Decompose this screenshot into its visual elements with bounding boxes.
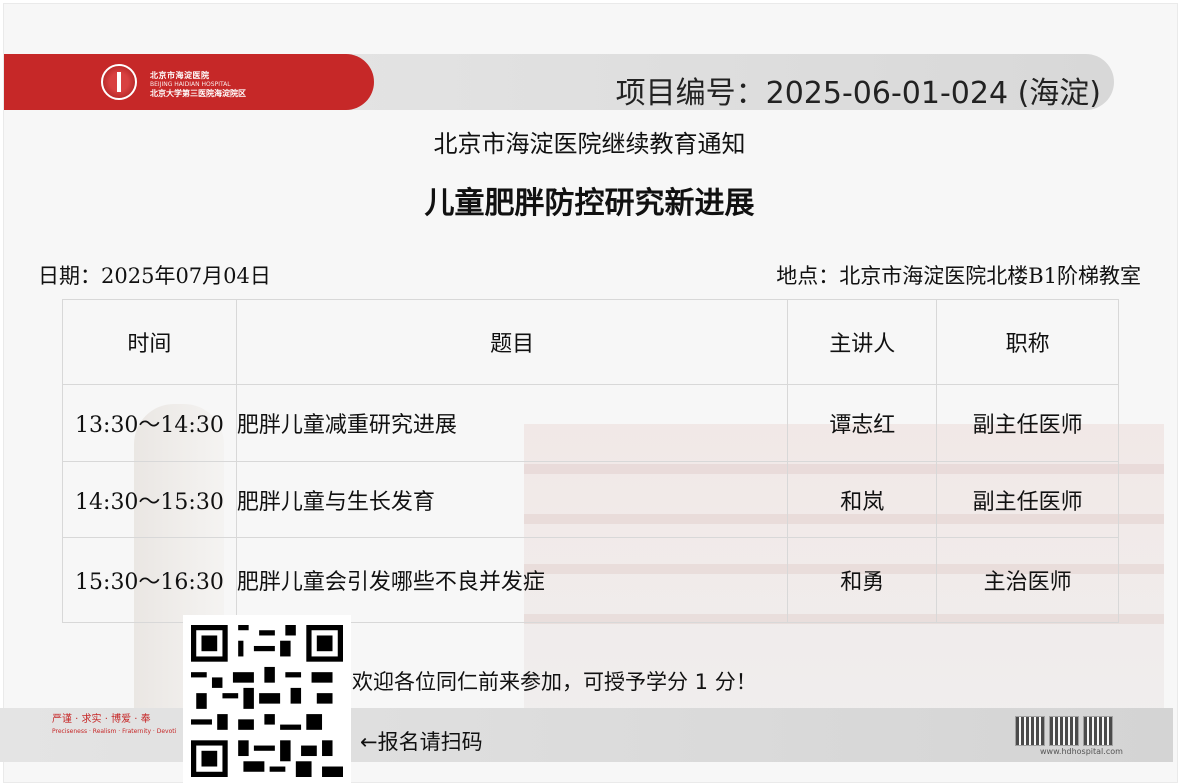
main-title: 儿童肥胖防控研究新进展 — [424, 186, 755, 221]
website-link[interactable]: www.hdhospital.com — [1040, 747, 1123, 756]
row-time: 14:30～15:30 — [62, 461, 237, 538]
table-row: 14:30～15:30 肥胖儿童与生长发育 和岚 副主任医师 — [62, 461, 1119, 538]
qr-code-icon — [191, 625, 343, 777]
hospital-name-cn: 北京市海淀医院 — [150, 71, 210, 80]
row-time: 13:30～14:30 — [62, 384, 237, 462]
hospital-subtitle-cn: 北京大学第三医院海淀院区 — [150, 89, 246, 98]
hospital-logo-icon — [101, 64, 137, 100]
hospital-name-en: BEIJING HAIDIAN HOSPITAL — [150, 81, 231, 88]
header-title: 职称 — [936, 299, 1119, 385]
footer-qr-codes — [1015, 716, 1113, 746]
mini-qr-icon[interactable] — [1015, 716, 1045, 746]
header-time: 时间 — [62, 299, 237, 385]
table-row: 15:30～16:30 肥胖儿童会引发哪些不良并发症 和勇 主治医师 — [62, 537, 1119, 623]
slogan-cn: 严谨 · 求实 · 博爱 · 奉 — [52, 714, 151, 725]
row-title: 主治医师 — [936, 537, 1119, 623]
row-time: 15:30～16:30 — [62, 537, 237, 623]
welcome-message: 欢迎各位同仁前来参加，可授予学分 1 分！ — [352, 670, 757, 694]
signup-prompt: ←报名请扫码 — [360, 730, 483, 754]
event-date: 日期：2025年07月04日 — [38, 264, 271, 288]
project-number: 项目编号：2025-06-01-024 (海淀) — [615, 76, 1101, 111]
registration-qr-code[interactable] — [183, 615, 351, 784]
header-topic: 题目 — [235, 299, 789, 385]
hospital-logo-text: 北京市海淀医院 BEIJING HAIDIAN HOSPITAL 北京大学第三医… — [150, 70, 246, 99]
row-topic: 肥胖儿童与生长发育 — [235, 461, 789, 538]
event-location: 地点：北京市海淀医院北楼B1阶梯教室 — [776, 264, 1141, 288]
mini-qr-icon[interactable] — [1049, 716, 1079, 746]
notice-title: 北京市海淀医院继续教育通知 — [433, 130, 746, 158]
row-topic: 肥胖儿童减重研究进展 — [235, 384, 789, 462]
mini-qr-icon[interactable] — [1083, 716, 1113, 746]
row-title: 副主任医师 — [936, 384, 1119, 462]
header-speaker: 主讲人 — [787, 299, 938, 385]
footer-slogan: 严谨 · 求实 · 博爱 · 奉 Preciseness · Realism ·… — [52, 710, 176, 735]
row-speaker: 和岚 — [787, 461, 938, 538]
row-speaker: 和勇 — [787, 537, 938, 623]
table-row: 13:30～14:30 肥胖儿童减重研究进展 谭志红 副主任医师 — [62, 384, 1119, 462]
slogan-en: Preciseness · Realism · Fraternity · Dev… — [52, 728, 177, 735]
table-header-row: 时间 题目 主讲人 职称 — [62, 299, 1119, 385]
row-topic: 肥胖儿童会引发哪些不良并发症 — [235, 537, 789, 623]
row-title: 副主任医师 — [936, 461, 1119, 538]
row-speaker: 谭志红 — [787, 384, 938, 462]
schedule-table: 时间 题目 主讲人 职称 13:30～14:30 肥胖儿童减重研究进展 谭志红 … — [62, 299, 1119, 623]
